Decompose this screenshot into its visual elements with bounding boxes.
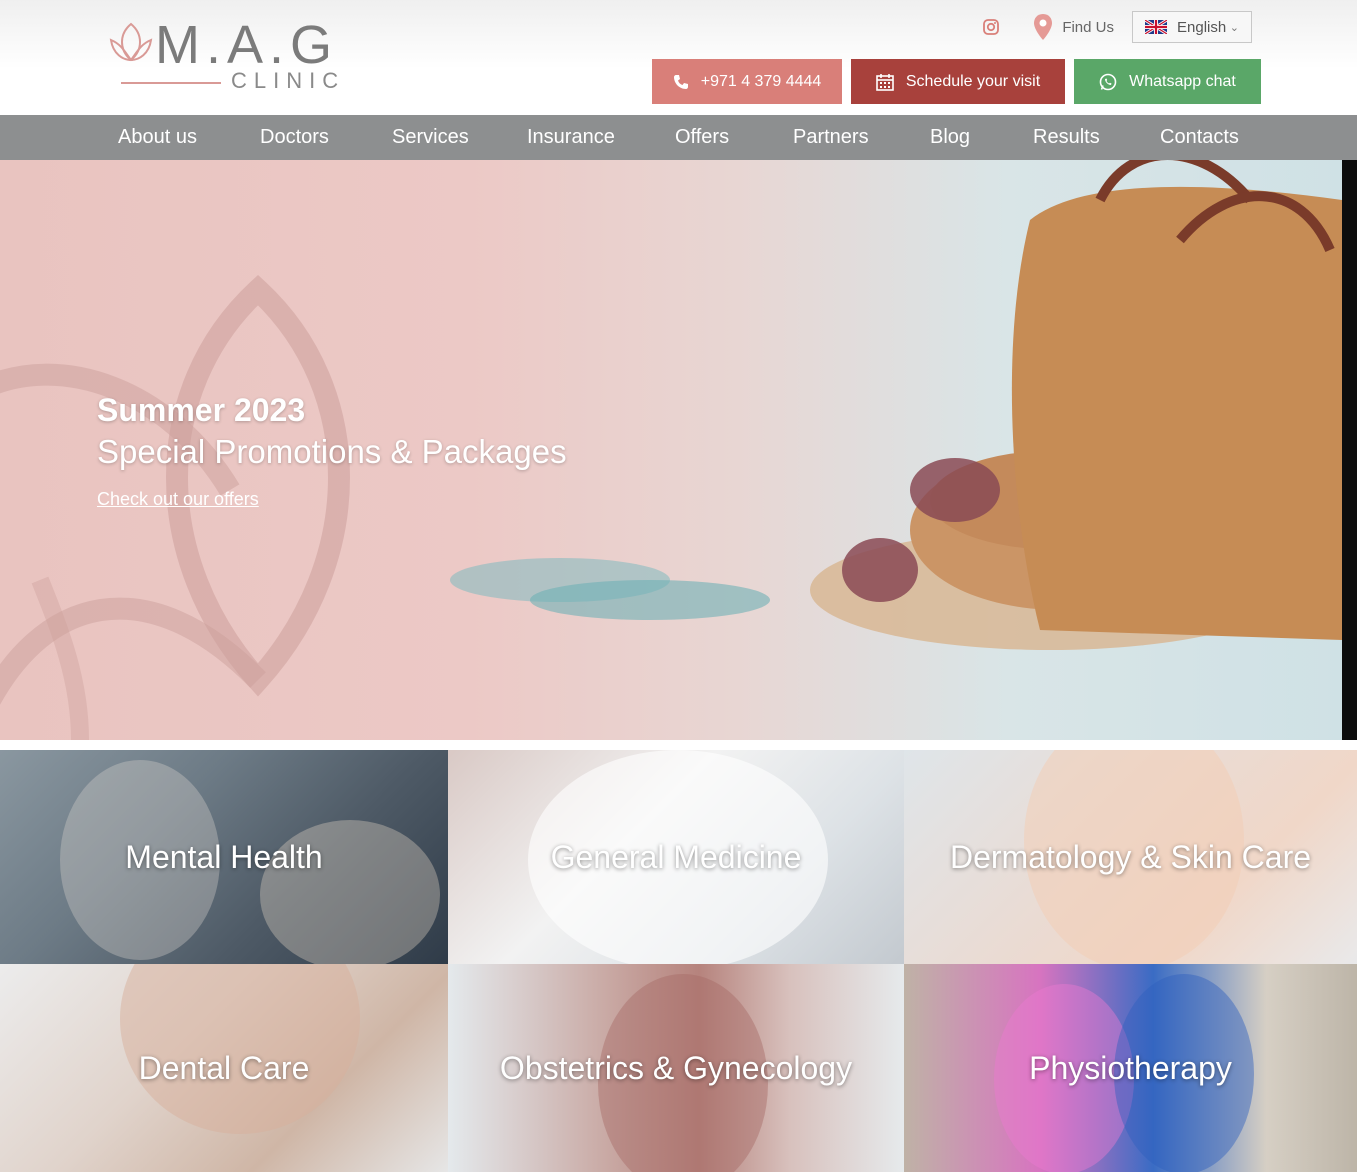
phone-icon [673,74,688,89]
hero-subtitle: Special Promotions & Packages [97,433,567,470]
schedule-visit-label: Schedule your visit [905,72,1041,90]
tile-dermatology[interactable]: Dermatology & Skin Care [904,750,1357,964]
uk-flag-icon [1145,20,1167,34]
nav-item-contacts[interactable]: Contacts [1160,126,1239,149]
whatsapp-icon [1099,73,1117,90]
nav-item-partners[interactable]: Partners [793,126,930,149]
nav-item-doctors[interactable]: Doctors [260,126,392,149]
tile-general-medicine[interactable]: General Medicine [448,750,904,964]
top-links: Find Us English ⌄ [982,10,1252,44]
tile-label: Dental Care [138,1049,310,1086]
hero-title: Summer 2023 [97,392,306,428]
hero-edge [1342,160,1357,740]
tile-label: Physiotherapy [1029,1049,1232,1086]
find-us-link[interactable]: Find Us [1032,12,1114,42]
map-pin-icon [1034,14,1053,40]
header-actions: +971 4 379 4444 Schedule your visit What… [643,59,1261,104]
phone-label: +971 4 379 4444 [700,72,822,90]
nav-item-blog[interactable]: Blog [930,126,1033,149]
hero-banner: Summer 2023 Special Promotions & Package… [0,160,1342,740]
chevron-down-icon: ⌄ [1229,21,1239,34]
tile-obstetrics-gynecology[interactable]: Obstetrics & Gynecology [448,964,904,1172]
nav-item-offers[interactable]: Offers [675,126,793,149]
schedule-visit-button[interactable]: Schedule your visit [851,59,1065,104]
hero-text: Summer 2023 Special Promotions & Package… [97,392,567,510]
language-select[interactable]: English ⌄ [1132,11,1252,43]
nav-item-insurance[interactable]: Insurance [527,126,675,149]
tile-label: Dermatology & Skin Care [949,838,1312,875]
offers-link[interactable]: Check out our offers [97,489,259,510]
logo-subtitle: CLINIC [231,68,346,93]
tile-dental-care[interactable]: Dental Care [0,964,448,1172]
tile-mental-health[interactable]: Mental Health [0,750,448,964]
nav-item-about-us[interactable]: About us [118,126,260,149]
instagram-icon[interactable] [982,18,1000,36]
nav-item-results[interactable]: Results [1033,126,1160,149]
logo-divider [121,82,221,84]
find-us-label: Find Us [1062,18,1114,36]
tile-label: Mental Health [125,838,323,875]
service-tiles: Mental Health General Medicine Dermatolo… [0,750,1357,1172]
nav-item-services[interactable]: Services [392,126,527,149]
tile-label: General Medicine [550,838,802,875]
lotus-logo-icon [109,22,153,62]
calendar-icon [876,73,894,91]
tile-label: Obstetrics & Gynecology [499,1049,853,1086]
clinic-logo[interactable]: M.A.G CLINIC [105,15,338,98]
whatsapp-label: Whatsapp chat [1129,72,1236,90]
language-label: English [1177,18,1227,36]
whatsapp-button[interactable]: Whatsapp chat [1074,59,1261,104]
site-header: M.A.G CLINIC Find Us English ⌄ +971 4 37… [0,0,1357,115]
main-nav: About us Doctors Services Insurance Offe… [0,115,1357,160]
phone-button[interactable]: +971 4 379 4444 [652,59,842,104]
logo-title: M.A.G [155,15,339,75]
tile-physiotherapy[interactable]: Physiotherapy [904,964,1357,1172]
